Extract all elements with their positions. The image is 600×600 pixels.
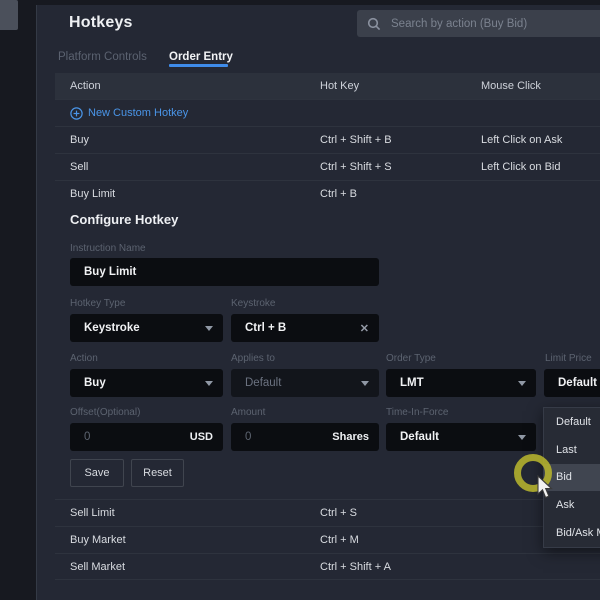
row-action: Sell Limit	[70, 507, 115, 519]
hotkey-type-label: Hotkey Type	[70, 298, 125, 309]
chevron-down-icon	[361, 381, 369, 386]
page-title: Hotkeys	[69, 14, 133, 32]
order-type-value: LMT	[400, 377, 512, 389]
table-row[interactable]: Buy Ctrl + Shift + B Left Click on Ask	[55, 126, 600, 153]
new-custom-hotkey-label: New Custom Hotkey	[88, 107, 188, 119]
hotkey-table-top: Action Hot Key Mouse Click New Custom Ho…	[55, 73, 600, 207]
row-hotkey: Ctrl + Shift + B	[320, 134, 392, 146]
active-tab-underline	[169, 64, 228, 67]
column-header-action: Action	[70, 80, 101, 92]
offset-label: Offset(Optional)	[70, 407, 140, 418]
menu-item-default[interactable]: Default	[544, 408, 600, 436]
configure-hotkey-heading: Configure Hotkey	[70, 212, 178, 227]
time-in-force-label: Time-In-Force	[386, 407, 448, 418]
row-hotkey: Ctrl + M	[320, 534, 359, 546]
menu-item-bid-ask-mid[interactable]: Bid/Ask M	[544, 519, 600, 547]
column-header-mouse: Mouse Click	[481, 80, 541, 92]
row-mouse: Left Click on Bid	[481, 161, 560, 173]
row-action: Buy	[70, 134, 89, 146]
chevron-down-icon	[205, 326, 213, 331]
row-action: Buy Limit	[70, 188, 115, 200]
offset-field[interactable]: USD	[70, 423, 223, 451]
row-hotkey: Ctrl + S	[320, 507, 357, 519]
chevron-down-icon	[518, 381, 526, 386]
instruction-name-input[interactable]	[84, 266, 369, 278]
hotkeys-dialog: Hotkeys Platform Controls Order Entry Ac…	[0, 0, 600, 600]
amount-unit: Shares	[332, 431, 369, 443]
hotkey-type-select[interactable]: Keystroke	[70, 314, 223, 342]
row-hotkey: Ctrl + Shift + S	[320, 161, 392, 173]
time-in-force-select[interactable]: Default	[386, 423, 536, 451]
hotkeys-panel: Hotkeys Platform Controls Order Entry Ac…	[36, 5, 600, 600]
sidebar-item-partial[interactable]	[0, 0, 18, 30]
tab-order-entry[interactable]: Order Entry	[169, 51, 233, 63]
row-hotkey: Ctrl + B	[320, 188, 357, 200]
tab-platform-controls[interactable]: Platform Controls	[58, 51, 147, 63]
action-label: Action	[70, 353, 98, 364]
limit-price-value: Default	[558, 377, 600, 389]
hotkey-type-value: Keystroke	[84, 322, 199, 334]
row-hotkey: Ctrl + Shift + A	[320, 561, 391, 573]
save-button[interactable]: Save	[70, 459, 124, 487]
offset-unit: USD	[190, 431, 213, 443]
amount-label: Amount	[231, 407, 265, 418]
clear-keystroke-icon[interactable]: ✕	[360, 322, 369, 335]
keystroke-field[interactable]: Ctrl + B ✕	[231, 314, 379, 342]
amount-input[interactable]	[245, 431, 332, 443]
instruction-name-label: Instruction Name	[70, 243, 146, 254]
offset-input[interactable]	[84, 431, 190, 443]
table-row[interactable]: Sell Market Ctrl + Shift + A	[55, 553, 600, 580]
applies-to-value: Default	[245, 377, 355, 389]
time-in-force-value: Default	[400, 431, 512, 443]
hotkey-table-bottom: Sell Limit Ctrl + S Buy Market Ctrl + M …	[55, 499, 600, 580]
row-action: Sell Market	[70, 561, 125, 573]
instruction-name-field[interactable]	[70, 258, 379, 286]
order-type-label: Order Type	[386, 353, 436, 364]
row-action: Sell	[70, 161, 88, 173]
search-icon	[367, 17, 381, 31]
reset-button[interactable]: Reset	[131, 459, 184, 487]
new-custom-hotkey-button[interactable]: New Custom Hotkey	[55, 99, 600, 126]
applies-to-select[interactable]: Default	[231, 369, 379, 397]
keystroke-label: Keystroke	[231, 298, 275, 309]
applies-to-label: Applies to	[231, 353, 275, 364]
table-header-row: Action Hot Key Mouse Click	[55, 73, 600, 99]
table-row[interactable]: Sell Limit Ctrl + S	[55, 499, 600, 526]
menu-item-last[interactable]: Last	[544, 436, 600, 464]
keystroke-value: Ctrl + B	[245, 322, 354, 334]
mouse-cursor	[536, 475, 554, 500]
amount-field[interactable]: Shares	[231, 423, 379, 451]
chevron-down-icon	[518, 435, 526, 440]
search-input[interactable]	[389, 17, 600, 31]
limit-price-select[interactable]: Default	[544, 369, 600, 397]
chevron-down-icon	[205, 381, 213, 386]
action-select[interactable]: Buy	[70, 369, 223, 397]
order-type-select[interactable]: LMT	[386, 369, 536, 397]
table-row[interactable]: Buy Market Ctrl + M	[55, 526, 600, 553]
plus-circle-icon	[70, 107, 83, 120]
limit-price-label: Limit Price	[545, 353, 592, 364]
row-mouse: Left Click on Ask	[481, 134, 562, 146]
search-box[interactable]	[357, 10, 600, 37]
table-row[interactable]: Sell Ctrl + Shift + S Left Click on Bid	[55, 153, 600, 180]
column-header-hotkey: Hot Key	[320, 80, 359, 92]
action-value: Buy	[84, 377, 199, 389]
table-row[interactable]: Buy Limit Ctrl + B	[55, 180, 600, 207]
row-action: Buy Market	[70, 534, 126, 546]
